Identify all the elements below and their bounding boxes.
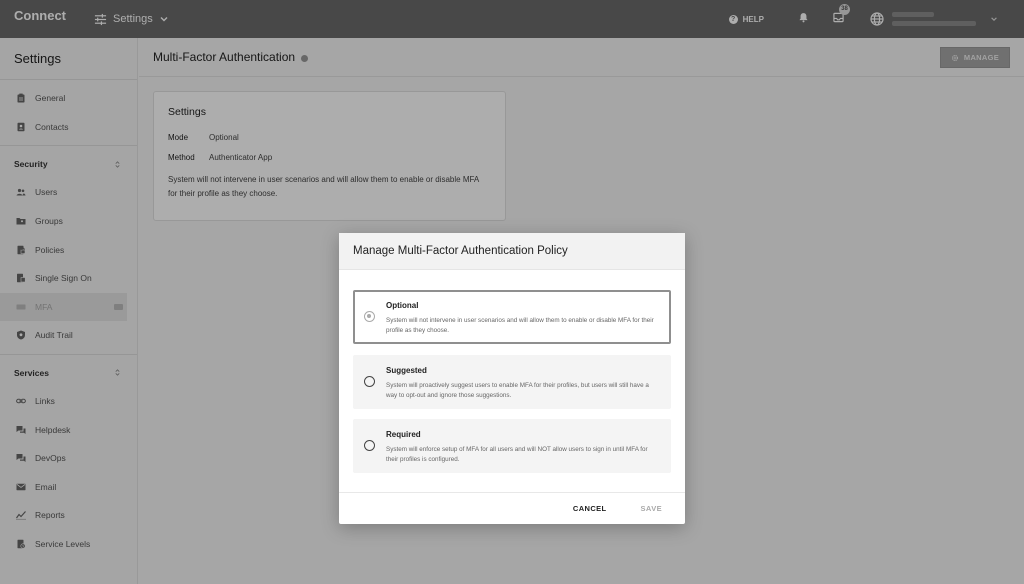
radio-suggested[interactable] [364,376,375,387]
radio-required[interactable] [364,440,375,451]
option-description: System will not intervene in user scenar… [386,317,654,334]
mfa-policy-dialog: Manage Multi-Factor Authentication Polic… [339,233,685,524]
option-suggested[interactable]: Suggested System will proactively sugges… [353,355,671,409]
dialog-title: Manage Multi-Factor Authentication Polic… [353,245,568,257]
save-button[interactable]: SAVE [641,504,662,513]
radio-optional[interactable] [364,311,375,322]
dialog-header: Manage Multi-Factor Authentication Polic… [339,233,685,270]
option-title: Suggested [386,366,427,375]
option-required[interactable]: Required System will enforce setup of MF… [353,419,671,473]
option-optional[interactable]: Optional System will not intervene in us… [353,290,671,344]
option-title: Required [386,430,421,439]
option-description: System will enforce setup of MFA for all… [386,446,648,463]
cancel-button[interactable]: CANCEL [573,504,607,513]
option-title: Optional [386,301,419,310]
option-description: System will proactively suggest users to… [386,382,649,399]
dialog-footer: CANCEL SAVE [339,492,685,524]
